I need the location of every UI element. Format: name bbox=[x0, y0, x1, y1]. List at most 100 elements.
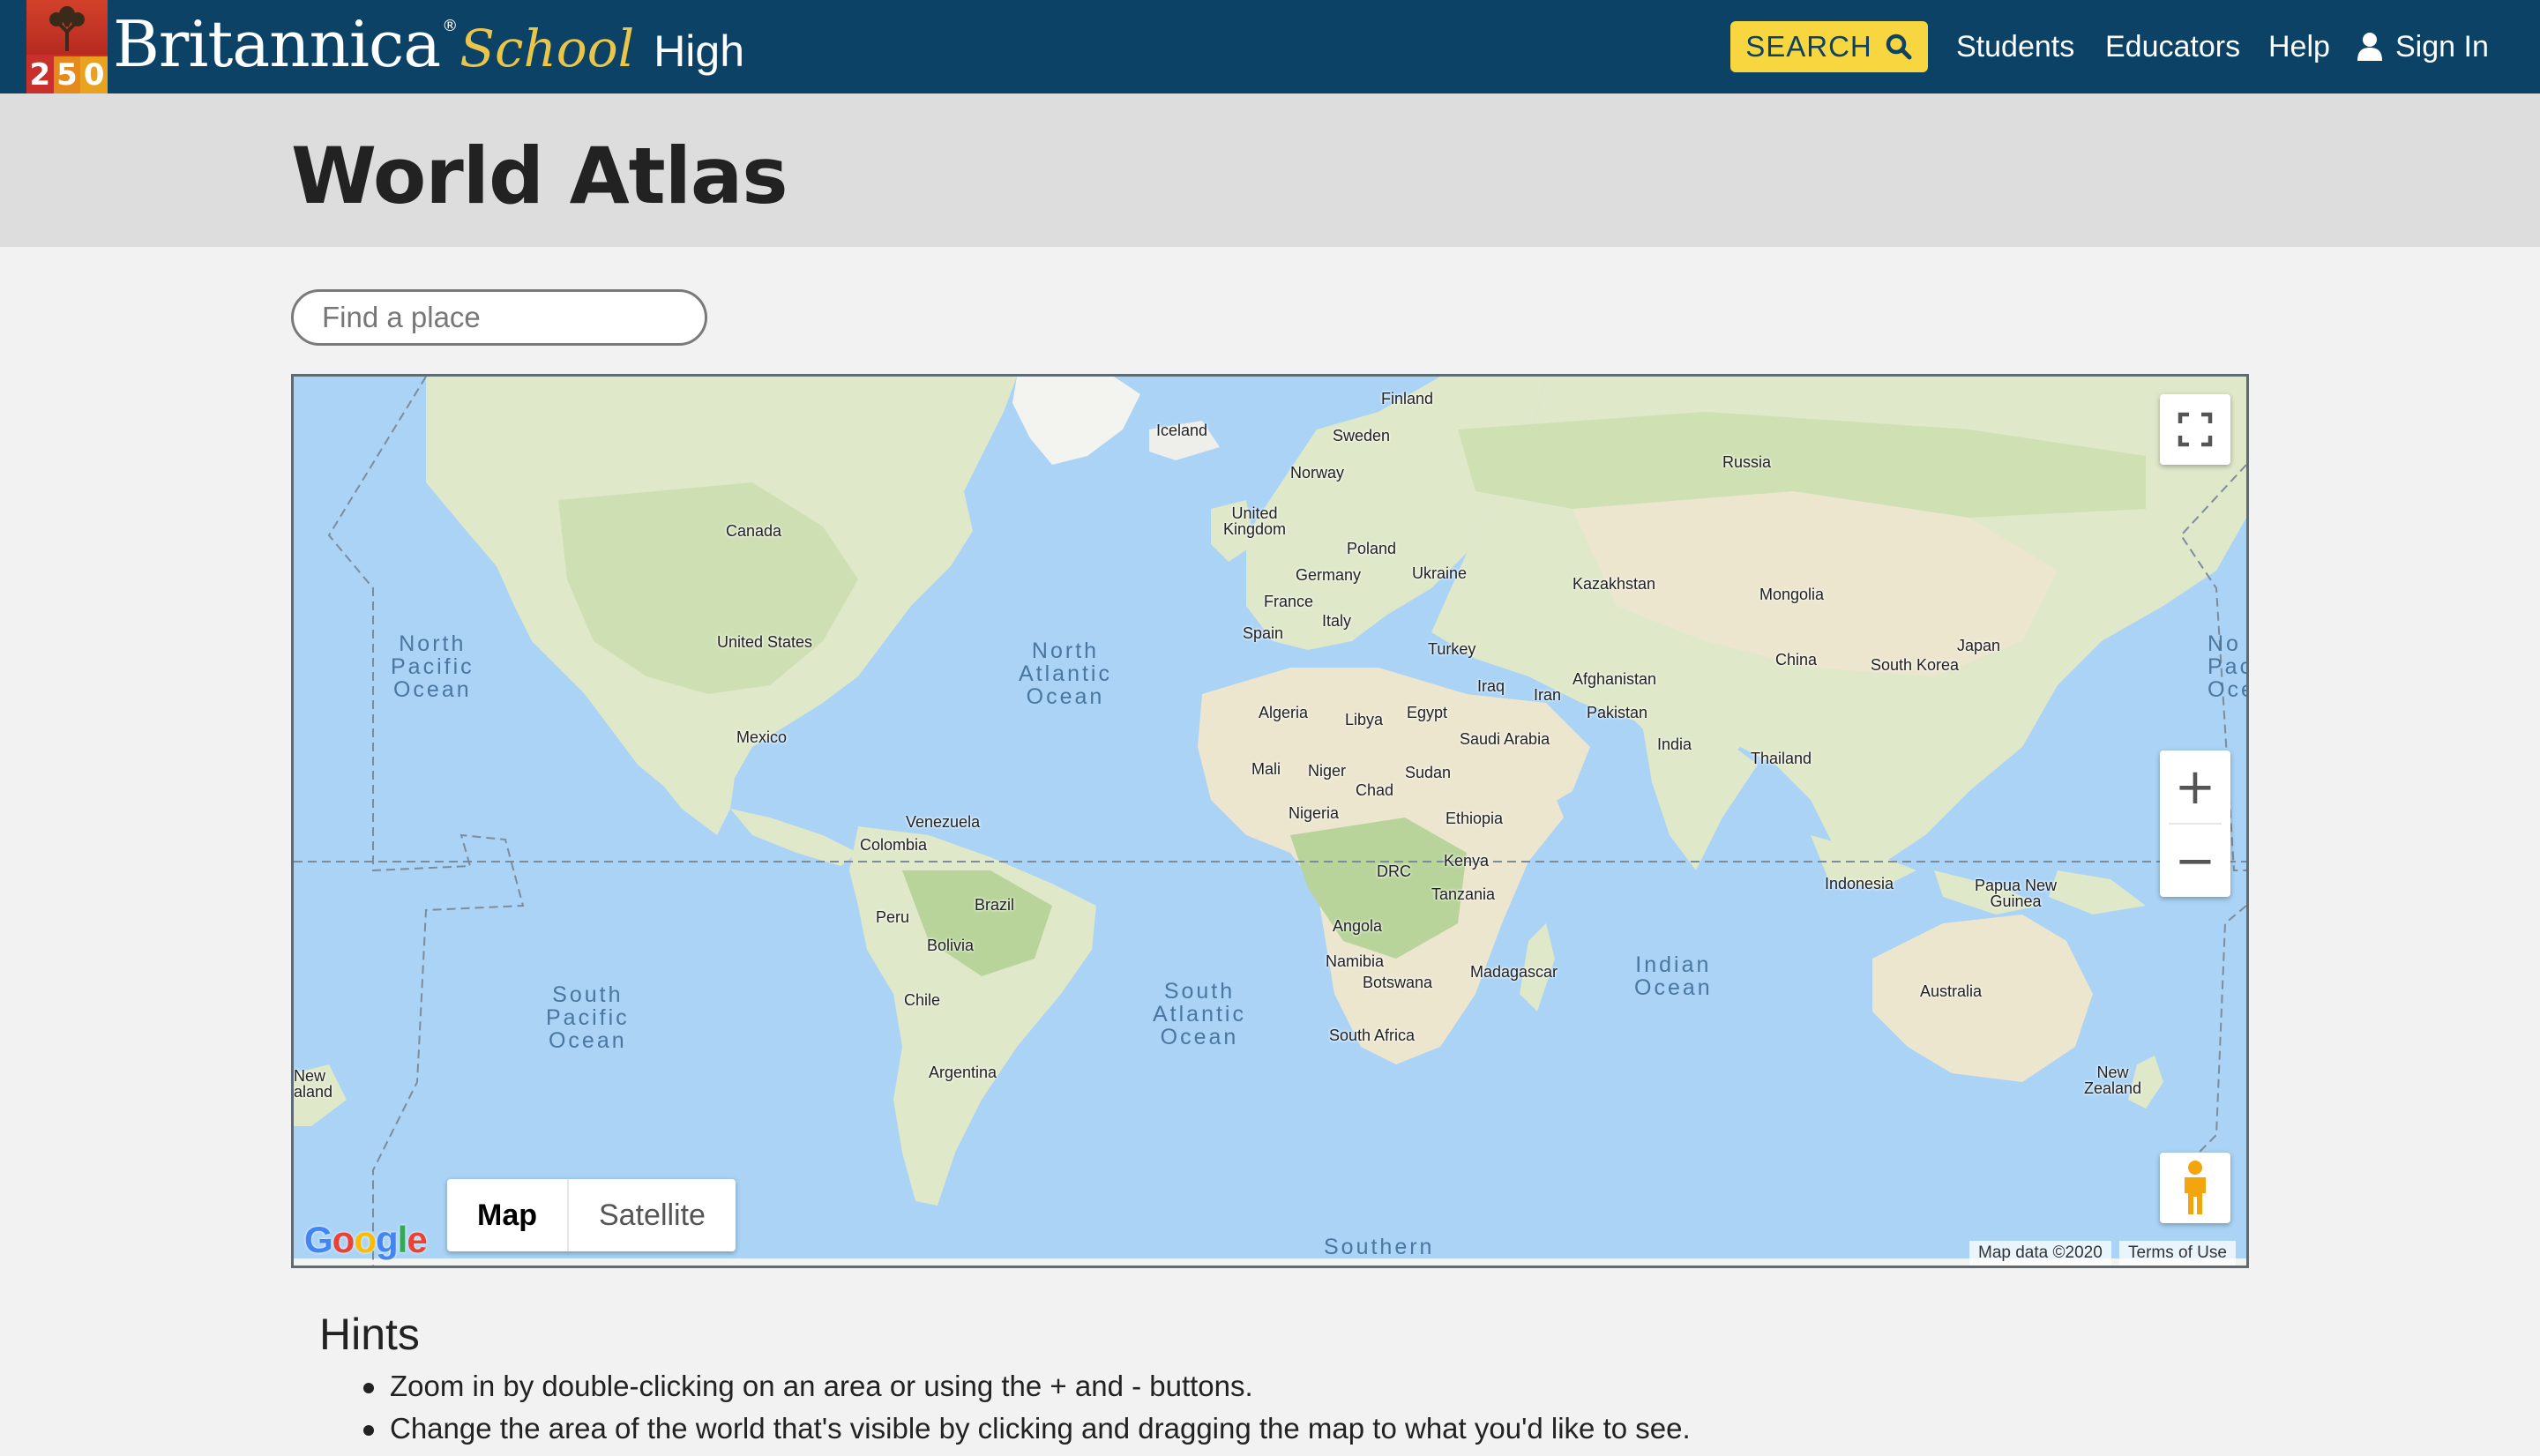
google-letter: l bbox=[397, 1219, 408, 1260]
label-north-pacific-ocean-right: No Pac Oce bbox=[2208, 631, 2249, 702]
label-southern-ocean: Southern bbox=[1324, 1235, 1435, 1259]
label-kazakhstan: Kazakhstan bbox=[1573, 575, 1656, 593]
label-poland: Poland bbox=[1347, 540, 1397, 557]
label-drc: DRC bbox=[1377, 862, 1411, 880]
label-botswana: Botswana bbox=[1363, 974, 1433, 991]
label-south-atlantic-ocean: South Atlantic Ocean bbox=[1153, 979, 1246, 1049]
label-new-zealand-left: New aland bbox=[294, 1067, 333, 1101]
hint-item: Change the area of the world that's visi… bbox=[363, 1407, 1691, 1450]
label-chile: Chile bbox=[904, 991, 941, 1009]
label-china: China bbox=[1775, 651, 1818, 668]
label-australia: Australia bbox=[1920, 982, 1983, 1000]
map-type-satellite-button[interactable]: Satellite bbox=[569, 1179, 736, 1251]
label-saudi-arabia: Saudi Arabia bbox=[1460, 730, 1550, 748]
label-mali: Mali bbox=[1251, 760, 1281, 778]
label-south-pacific-ocean: South Pacific Ocean bbox=[546, 982, 630, 1053]
find-place-input[interactable] bbox=[291, 289, 707, 346]
label-united-kingdom: United Kingdom bbox=[1223, 504, 1287, 538]
zoom-out-icon: − bbox=[2174, 832, 2216, 890]
label-iraq: Iraq bbox=[1477, 677, 1505, 695]
google-letter: e bbox=[407, 1219, 427, 1260]
logo-250-number: 2 5 0 bbox=[26, 56, 108, 93]
zoom-out-button[interactable]: − bbox=[2160, 825, 2230, 897]
zoom-in-icon: + bbox=[2174, 758, 2216, 816]
label-norway: Norway bbox=[1290, 464, 1345, 482]
britannica-250-logo[interactable]: 2 5 0 bbox=[26, 0, 108, 93]
label-indian-ocean: Indian Ocean bbox=[1634, 952, 1713, 1000]
label-italy: Italy bbox=[1322, 612, 1352, 630]
user-icon bbox=[2357, 33, 2382, 61]
map-type-map-button[interactable]: Map bbox=[447, 1179, 569, 1251]
label-germany: Germany bbox=[1296, 566, 1362, 584]
label-north-atlantic-ocean: North Atlantic Ocean bbox=[1019, 638, 1112, 709]
label-angola: Angola bbox=[1333, 917, 1383, 935]
google-letter: o bbox=[354, 1219, 377, 1260]
label-iran: Iran bbox=[1534, 686, 1562, 704]
nav-students[interactable]: Students bbox=[1956, 21, 2074, 72]
label-turkey: Turkey bbox=[1428, 640, 1476, 658]
search-button-label: SEARCH bbox=[1745, 30, 1872, 63]
label-niger: Niger bbox=[1308, 762, 1347, 780]
label-south-africa: South Africa bbox=[1329, 1027, 1416, 1044]
label-algeria: Algeria bbox=[1259, 704, 1309, 721]
label-pakistan: Pakistan bbox=[1587, 704, 1648, 721]
nav-educators[interactable]: Educators bbox=[2105, 21, 2240, 72]
label-tanzania: Tanzania bbox=[1431, 885, 1496, 903]
label-indonesia: Indonesia bbox=[1825, 875, 1894, 892]
brand-school: School bbox=[459, 19, 635, 78]
label-spain: Spain bbox=[1243, 624, 1284, 642]
label-north-pacific-ocean: North Pacific Ocean bbox=[391, 631, 474, 702]
label-colombia: Colombia bbox=[860, 836, 928, 854]
nav-help[interactable]: Help bbox=[2268, 21, 2330, 72]
title-band: World Atlas bbox=[0, 93, 2540, 247]
logo-digit: 0 bbox=[80, 56, 108, 93]
label-finland: Finland bbox=[1381, 390, 1434, 407]
street-view-pegman-button[interactable] bbox=[2160, 1153, 2230, 1223]
label-papua-new-guinea: Papua New Guinea bbox=[1975, 877, 2058, 910]
google-letter: o bbox=[332, 1219, 355, 1260]
terms-of-use-link[interactable]: Terms of Use bbox=[2119, 1241, 2236, 1266]
label-peru: Peru bbox=[876, 908, 910, 926]
label-namibia: Namibia bbox=[1326, 952, 1385, 970]
google-letter: G bbox=[304, 1219, 333, 1260]
label-chad: Chad bbox=[1356, 781, 1394, 799]
google-letter: g bbox=[375, 1219, 399, 1260]
hint-item: Zoom in by double-clicking on an area or… bbox=[363, 1365, 1691, 1407]
top-navigation-bar: 2 5 0 Britannica ® School High SEARCH St… bbox=[0, 0, 2540, 93]
label-ukraine: Ukraine bbox=[1412, 564, 1468, 582]
label-nigeria: Nigeria bbox=[1289, 804, 1340, 822]
label-libya: Libya bbox=[1345, 711, 1384, 728]
label-egypt: Egypt bbox=[1407, 704, 1448, 721]
sign-in-label: Sign In bbox=[2395, 30, 2489, 63]
label-mexico: Mexico bbox=[736, 728, 788, 746]
fullscreen-button[interactable] bbox=[2160, 394, 2230, 465]
label-united-states: United States bbox=[717, 633, 813, 651]
fullscreen-icon bbox=[2178, 412, 2213, 447]
google-logo[interactable]: Google bbox=[304, 1219, 428, 1261]
label-india: India bbox=[1657, 735, 1692, 753]
label-kenya: Kenya bbox=[1444, 852, 1490, 870]
label-sweden: Sweden bbox=[1333, 427, 1391, 444]
zoom-control: + − bbox=[2160, 750, 2230, 897]
label-france: France bbox=[1264, 593, 1314, 610]
label-bolivia: Bolivia bbox=[927, 937, 975, 954]
logo-digit: 5 bbox=[53, 56, 81, 93]
zoom-in-button[interactable]: + bbox=[2160, 750, 2230, 823]
world-map[interactable]: Finland Iceland Sweden Norway Russia Uni… bbox=[291, 374, 2249, 1268]
hints-list: Zoom in by double-clicking on an area or… bbox=[363, 1365, 1691, 1450]
map-type-control: Map Satellite bbox=[447, 1179, 736, 1251]
label-sudan: Sudan bbox=[1405, 764, 1452, 781]
brand-wordmark[interactable]: Britannica ® School High bbox=[113, 7, 744, 86]
label-russia: Russia bbox=[1722, 453, 1772, 471]
brand-britannica: Britannica bbox=[113, 7, 441, 81]
label-madagascar: Madagascar bbox=[1470, 963, 1558, 981]
label-argentina: Argentina bbox=[929, 1064, 997, 1081]
label-iceland: Iceland bbox=[1156, 422, 1208, 439]
hints-heading: Hints bbox=[319, 1310, 420, 1359]
label-south-korea: South Korea bbox=[1871, 656, 1960, 674]
sign-in-link[interactable]: Sign In bbox=[2357, 21, 2489, 72]
tree-emblem-icon bbox=[26, 0, 108, 55]
label-brazil: Brazil bbox=[975, 896, 1015, 914]
label-japan: Japan bbox=[1957, 637, 2001, 654]
search-button[interactable]: SEARCH bbox=[1730, 21, 1928, 72]
